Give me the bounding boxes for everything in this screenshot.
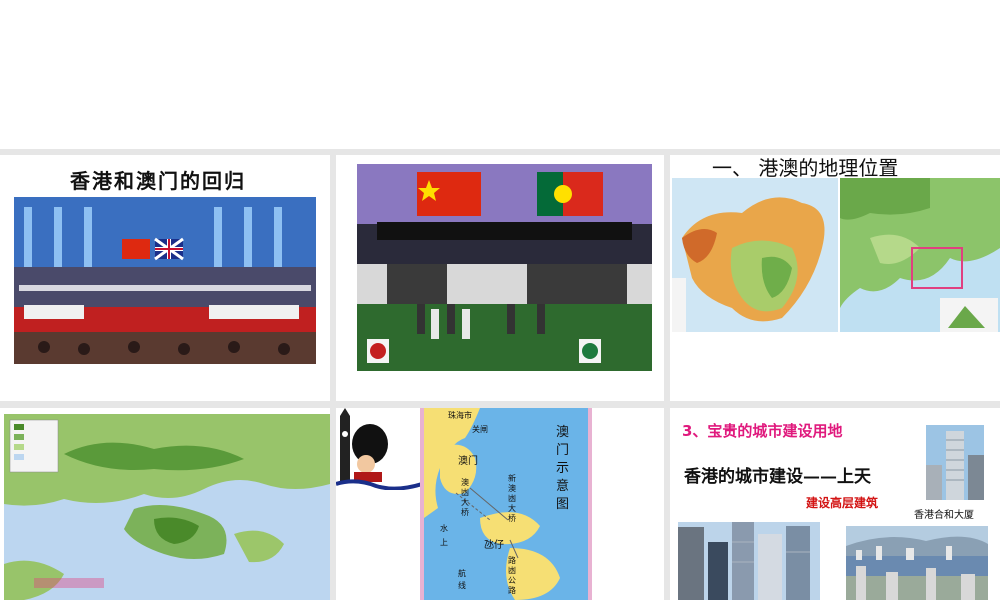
map-label-road: 路凼公路 xyxy=(508,556,516,595)
hopewell-centre-caption: 香港合和大厦 xyxy=(914,510,974,521)
slide-6-title: 香港的城市建设——上天 xyxy=(684,467,871,487)
macau-ceremony-photo xyxy=(357,164,652,371)
hong-kong-terrain-map xyxy=(4,414,330,600)
slide-3-heading: 一、 港澳的地理位置 xyxy=(712,156,899,180)
map-label-zhuhai: 珠海市 xyxy=(448,411,472,420)
map-label-water: 水上 xyxy=(440,524,448,547)
macau-map-title: 澳门示意图 xyxy=(556,425,570,512)
map-label-taipa: 氹仔 xyxy=(484,540,504,551)
slide-6-section-title: 3、宝贵的城市建设用地 xyxy=(682,422,843,440)
pearl-river-delta-map xyxy=(840,178,1000,332)
map-label-bridge2: 新澳凼大桥 xyxy=(508,474,516,523)
slide-1-title: 香港和澳门的回归 xyxy=(70,169,246,193)
slide-6-subtitle: 建设高层建筑 xyxy=(806,496,879,510)
map-label-macau: 澳门 xyxy=(458,456,478,467)
map-label-guanzha: 关闸 xyxy=(472,425,488,434)
handover-ceremony-photo xyxy=(14,197,316,364)
map-label-route: 航线 xyxy=(458,569,466,590)
skyscrapers-photo xyxy=(678,522,820,600)
map-label-bridge1: 澳凼大桥 xyxy=(461,478,469,517)
big-ben-cartoon xyxy=(336,408,422,490)
victoria-harbour-photo xyxy=(846,526,988,600)
hopewell-centre-photo xyxy=(926,425,984,500)
china-location-map xyxy=(672,178,838,332)
